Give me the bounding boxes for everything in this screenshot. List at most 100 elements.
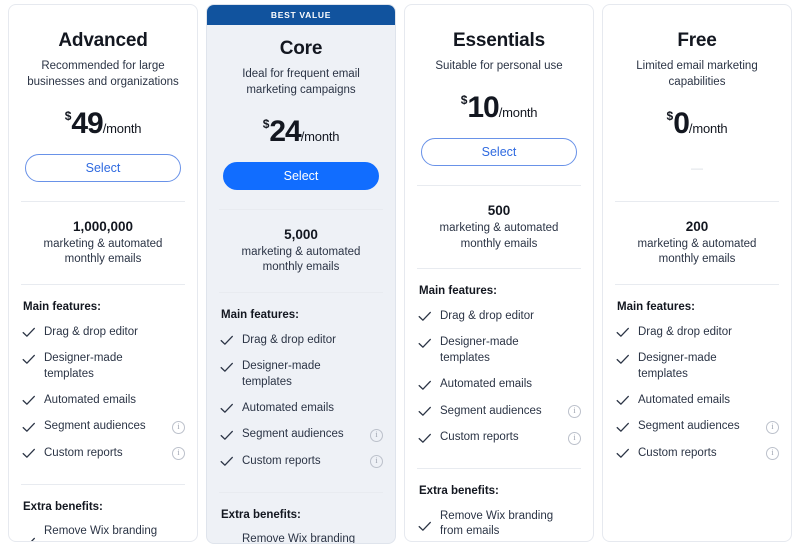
quota-amount: 1,000,000 <box>72 218 134 234</box>
select-button-essentials[interactable]: Select <box>421 137 577 166</box>
price-amount: 24 <box>269 114 301 148</box>
feature-row: Drag & drop editor <box>219 332 383 359</box>
feature-row: Custom reports i <box>21 445 185 472</box>
info-icon[interactable]: i <box>172 447 185 461</box>
check-icon <box>615 352 631 367</box>
check-icon <box>219 428 235 443</box>
check-icon <box>417 336 433 351</box>
feature-row: Designer-made templates <box>21 351 185 393</box>
email-quota: 5,000 marketing & automated monthly email… <box>219 208 383 294</box>
email-quota: 500 marketing & automated monthly emails <box>417 184 581 270</box>
quota-amount: 500 <box>487 202 511 218</box>
feature-label: Drag & drop editor <box>638 325 732 338</box>
feature-label: Segment audiences <box>638 420 740 433</box>
plan-name: Advanced <box>58 30 148 51</box>
feature-row: Segment audiences i <box>21 419 185 446</box>
extra-benefits-title: Extra benefits: <box>417 468 581 508</box>
quota-amount: 5,000 <box>284 226 318 242</box>
feature-row: Drag & drop editor <box>21 324 185 351</box>
cta-area: Select <box>9 141 197 185</box>
check-icon <box>219 401 235 416</box>
plan-features: Main features: Drag & drop editor Designer… <box>207 293 395 543</box>
main-features-title: Main features: <box>419 285 497 298</box>
feature-label: Drag & drop editor <box>44 325 138 338</box>
ribbon-spacer <box>9 5 197 17</box>
feature-label: Remove Wix branding from emails <box>440 509 554 537</box>
plan-price: $0/month <box>615 107 779 141</box>
plan-description: Recommended for large businesses and org… <box>27 59 179 88</box>
feature-row: Designer-made templates <box>615 351 779 393</box>
feature-row: Remove Wix branding from emails <box>21 524 185 541</box>
plan-price: $24/month <box>219 115 383 149</box>
info-icon[interactable]: i <box>172 420 185 434</box>
plan-name: Free <box>677 30 717 51</box>
plan-card-core[interactable]: BEST VALUE Core Ideal for frequent email m… <box>206 4 396 544</box>
check-icon <box>615 325 631 340</box>
info-icon[interactable]: i <box>568 405 581 419</box>
price-period: /month <box>498 104 538 120</box>
feature-row: Automated emails <box>21 392 185 419</box>
feature-row: Designer-made templates <box>417 335 581 377</box>
feature-label: Custom reports <box>242 454 321 467</box>
price-amount: 0 <box>673 106 690 140</box>
quota-amount: 200 <box>685 218 709 234</box>
check-icon <box>219 454 235 469</box>
price-period: /month <box>300 128 340 144</box>
check-icon <box>21 420 37 435</box>
extra-benefits-title: Extra benefits: <box>21 483 185 524</box>
select-button-advanced[interactable]: Select <box>25 153 181 182</box>
main-features-title: Main features: <box>221 309 299 322</box>
plan-price: $10/month <box>417 91 581 125</box>
feature-row: Designer-made templates <box>219 359 383 401</box>
plan-header: Free Limited email marketing capabilities… <box>603 17 791 141</box>
info-icon[interactable]: i <box>766 447 779 461</box>
feature-label: Automated emails <box>242 401 335 414</box>
check-icon <box>21 325 37 340</box>
plan-features: Main features: Drag & drop editor Designer… <box>603 285 791 541</box>
feature-label: Automated emails <box>638 393 731 406</box>
plan-name: Core <box>279 38 323 59</box>
feature-label: Segment audiences <box>242 428 344 441</box>
cta-area: Select <box>405 125 593 169</box>
info-icon[interactable]: i <box>370 455 383 469</box>
select-button-core[interactable]: Select <box>223 161 379 190</box>
plan-card-essentials[interactable]: Essentials Suitable for personal use $10/m… <box>404 4 594 542</box>
price-period: /month <box>102 120 142 136</box>
check-icon <box>417 309 433 324</box>
email-quota: 200 marketing & automated monthly emails <box>615 200 779 286</box>
plan-header: Essentials Suitable for personal use $10/m… <box>405 17 593 125</box>
info-icon[interactable]: i <box>370 428 383 442</box>
plan-description: Suitable for personal use <box>435 59 563 72</box>
cta-area: Select <box>207 149 395 193</box>
info-icon[interactable]: i <box>568 431 581 445</box>
check-icon <box>219 360 235 375</box>
plan-card-advanced[interactable]: Advanced Recommended for large businesses… <box>8 4 198 542</box>
quota-description: marketing & automated monthly emails <box>241 245 361 274</box>
check-icon <box>615 420 631 435</box>
check-icon <box>21 446 37 461</box>
email-quota: 1,000,000 marketing & automated monthly e… <box>21 200 185 286</box>
price-amount: 49 <box>71 106 103 140</box>
plan-card-free[interactable]: Free Limited email marketing capabilities… <box>602 4 792 542</box>
ribbon-spacer <box>405 5 593 17</box>
feature-row: Drag & drop editor <box>417 308 581 335</box>
cta-area: — <box>603 141 791 185</box>
feature-label: Remove Wix branding from emails <box>44 525 158 541</box>
check-icon <box>21 393 37 408</box>
feature-row: Segment audiences i <box>615 419 779 446</box>
feature-row: Custom reports i <box>219 453 383 480</box>
check-icon <box>219 333 235 348</box>
ribbon-spacer <box>603 5 791 17</box>
price-amount: 10 <box>467 90 499 124</box>
feature-row: Automated emails <box>219 400 383 427</box>
feature-label: Custom reports <box>638 446 717 459</box>
check-icon <box>21 535 37 541</box>
info-icon[interactable]: i <box>766 420 779 434</box>
check-icon <box>615 446 631 461</box>
plan-name: Essentials <box>453 30 545 51</box>
extra-benefits-title: Extra benefits: <box>219 491 383 532</box>
feature-label: Segment audiences <box>44 420 146 433</box>
check-icon <box>417 404 433 419</box>
feature-row: Remove Wix branding from emails <box>219 532 383 543</box>
feature-row: Automated emails <box>615 392 779 419</box>
